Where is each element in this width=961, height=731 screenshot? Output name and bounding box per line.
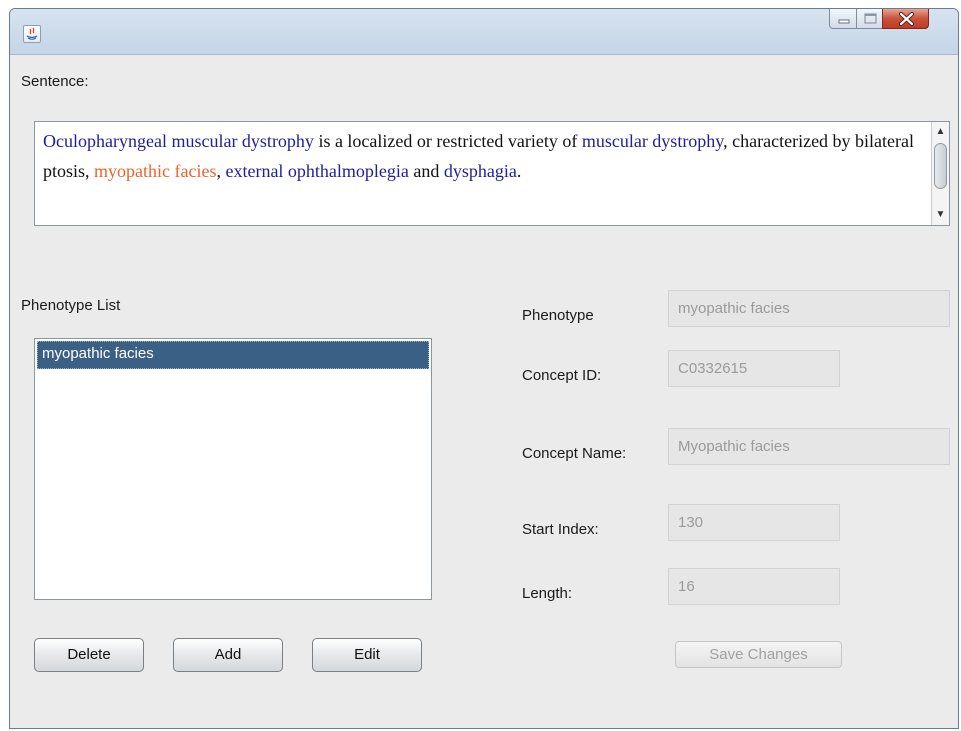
sentence-segment: and	[408, 161, 444, 181]
maximize-icon	[864, 13, 877, 24]
concept-mention: Oculopharyngeal muscular dystrophy	[43, 131, 314, 151]
concept-id-field[interactable]: C0332615	[668, 350, 840, 387]
start-index-label: Start Index:	[522, 521, 599, 538]
java-icon	[23, 25, 41, 43]
start-index-field[interactable]: 130	[668, 504, 840, 541]
length-label: Length:	[522, 585, 573, 602]
sentence-text-area[interactable]: Oculopharyngeal muscular dystrophy is a …	[34, 121, 950, 226]
minimize-icon	[838, 19, 850, 24]
delete-button[interactable]: Delete	[34, 638, 144, 672]
concept-mention: dysphagia	[443, 161, 517, 181]
length-field[interactable]: 16	[668, 568, 840, 605]
main-panel: Sentence: Oculopharyngeal muscular dystr…	[10, 55, 958, 728]
phenotype-list[interactable]: myopathic facies	[34, 338, 432, 600]
scroll-up-icon[interactable]: ▲	[932, 124, 949, 140]
phenotype-list-label: Phenotype List	[21, 297, 121, 314]
edit-button[interactable]: Edit	[312, 638, 422, 672]
concept-name-label: Concept Name:	[522, 445, 627, 462]
highlighted-phenotype: myopathic facies	[94, 161, 217, 181]
maximize-button[interactable]	[856, 9, 883, 29]
sentence-segment: .	[516, 161, 522, 181]
save-changes-button[interactable]: Save Changes	[675, 641, 842, 668]
add-button[interactable]: Add	[173, 638, 283, 672]
concept-name-field[interactable]: Myopathic facies	[668, 428, 950, 465]
sentence-label: Sentence:	[21, 73, 89, 90]
sentence-scrollbar[interactable]: ▲ ▼	[931, 122, 949, 225]
list-item[interactable]: myopathic facies	[37, 341, 429, 369]
app-window: Sentence: Oculopharyngeal muscular dystr…	[9, 8, 959, 729]
minimize-button[interactable]	[829, 9, 857, 29]
close-button[interactable]	[882, 9, 929, 29]
scroll-down-icon[interactable]: ▼	[932, 207, 949, 223]
scroll-thumb[interactable]	[934, 143, 947, 189]
title-bar	[10, 9, 958, 55]
close-icon	[899, 12, 914, 26]
sentence-text: Oculopharyngeal muscular dystrophy is a …	[43, 126, 923, 186]
concept-mention: external ophthalmoplegia	[225, 161, 409, 181]
phenotype-field[interactable]: myopathic facies	[668, 290, 950, 327]
concept-mention: muscular dystrophy	[581, 131, 724, 151]
sentence-segment: is a localized or restricted variety of	[313, 131, 582, 151]
phenotype-label: Phenotype	[522, 307, 594, 324]
concept-id-label: Concept ID:	[522, 367, 602, 384]
